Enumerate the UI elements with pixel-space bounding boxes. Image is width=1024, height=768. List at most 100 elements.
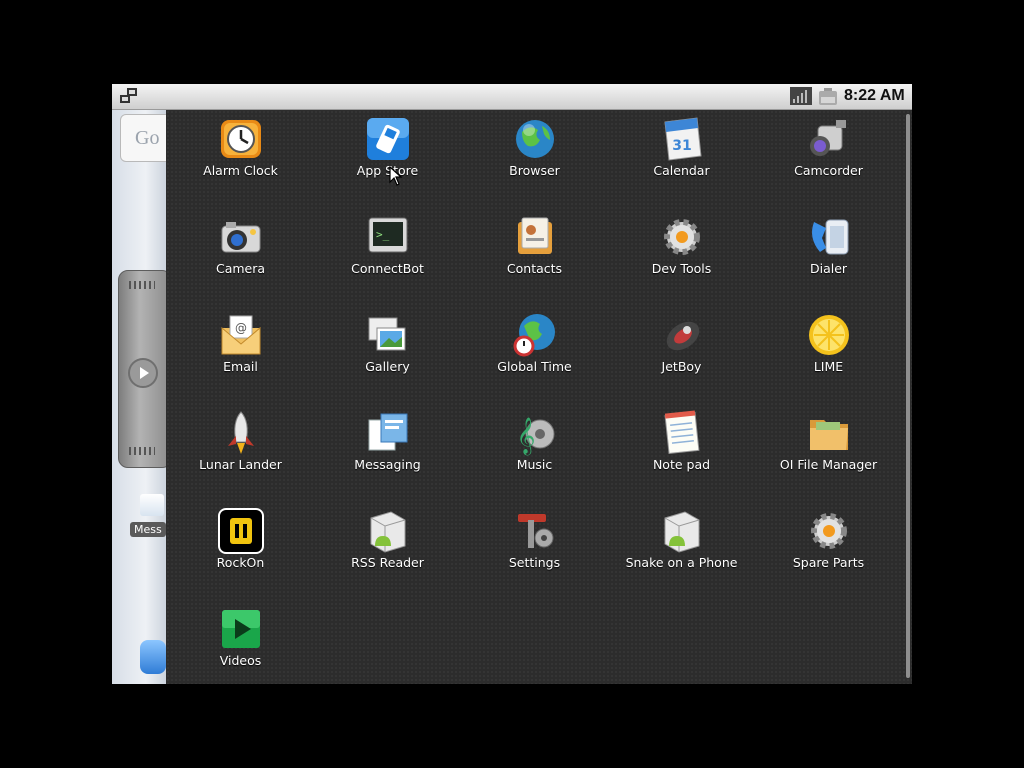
notepad-icon <box>664 410 700 455</box>
app-connectbot[interactable]: >_ ConnectBot <box>314 210 461 308</box>
app-label: Gallery <box>365 359 410 374</box>
terminal-icon: >_ <box>368 217 408 253</box>
app-contacts[interactable]: Contacts <box>461 210 608 308</box>
app-gallery[interactable]: Gallery <box>314 308 461 406</box>
app-rockon[interactable]: RockOn <box>167 504 314 602</box>
home-messaging-icon[interactable] <box>140 494 164 516</box>
app-label: Email <box>223 359 258 374</box>
app-browser[interactable]: Browser <box>461 112 608 210</box>
app-oi-file-manager[interactable]: OI File Manager <box>755 406 902 504</box>
app-label: Snake on a Phone <box>625 555 738 570</box>
camera-icon <box>221 222 261 253</box>
app-note-pad[interactable]: Note pad <box>608 406 755 504</box>
jetboy-icon <box>666 321 700 351</box>
app-label: App Store <box>356 163 419 178</box>
app-snake-on-a-phone[interactable]: Snake on a Phone <box>608 504 755 602</box>
handle-grip <box>129 281 155 289</box>
battery-icon <box>819 88 837 105</box>
app-videos[interactable]: Videos <box>167 602 314 684</box>
app-camera[interactable]: Camera <box>167 210 314 308</box>
gear-icon <box>664 219 700 255</box>
android-package-icon <box>370 511 406 553</box>
mouse-cursor-icon <box>389 166 403 186</box>
app-label: Global Time <box>497 359 572 374</box>
app-label: Videos <box>219 653 262 668</box>
android-emulator-screen: 8:22 AM Go Mess Di <box>112 84 912 684</box>
app-camcorder[interactable]: Camcorder <box>755 112 902 210</box>
drawer-scrollbar[interactable] <box>906 114 910 678</box>
app-app-store[interactable]: App Store <box>314 112 461 210</box>
lemon-icon <box>809 315 849 355</box>
app-spare-parts[interactable]: Spare Parts <box>755 504 902 602</box>
drawer-arrow-icon <box>128 358 158 388</box>
status-bar: 8:22 AM <box>112 84 912 110</box>
app-music[interactable]: 𝄞 Music <box>461 406 608 504</box>
app-dev-tools[interactable]: Dev Tools <box>608 210 755 308</box>
contacts-icon <box>518 217 552 254</box>
camcorder-icon <box>810 120 846 156</box>
app-settings[interactable]: Settings <box>461 504 608 602</box>
home-messaging-label: Mess <box>130 522 166 537</box>
globe-clock-icon <box>513 314 555 357</box>
android-package-icon <box>664 511 700 553</box>
app-label: OI File Manager <box>779 457 878 472</box>
app-label: Messaging <box>354 457 421 472</box>
email-icon: @ <box>221 315 261 355</box>
app-label: Calendar <box>653 163 710 178</box>
app-label: Camera <box>215 261 266 276</box>
app-email[interactable]: @ Email <box>167 308 314 406</box>
app-calendar[interactable]: 31 Calendar <box>608 112 755 210</box>
svg-text:@: @ <box>235 321 247 335</box>
status-bar-clock: 8:22 AM <box>844 87 905 104</box>
network-activity-icon <box>120 88 137 103</box>
app-messaging[interactable]: Messaging <box>314 406 461 504</box>
rocket-icon <box>228 411 254 454</box>
app-label: LIME <box>813 359 844 374</box>
gallery-icon <box>368 317 406 351</box>
google-widget-text: Go <box>135 127 160 149</box>
app-label: Music <box>516 457 553 472</box>
app-label: Settings <box>508 555 561 570</box>
svg-text:𝄞: 𝄞 <box>517 416 536 455</box>
app-rss-reader[interactable]: RSS Reader <box>314 504 461 602</box>
gear-icon <box>811 513 847 549</box>
app-label: Spare Parts <box>792 555 865 570</box>
app-label: Browser <box>509 163 560 178</box>
svg-text:31: 31 <box>672 138 691 154</box>
app-label: RSS Reader <box>351 555 424 570</box>
alarm-clock-icon <box>221 120 261 158</box>
messaging-icon <box>368 413 408 451</box>
home-screen-background: Go Mess Di <box>112 110 176 684</box>
app-lime[interactable]: LIME <box>755 308 902 406</box>
settings-tools-icon <box>518 514 554 548</box>
app-lunar-lander[interactable]: Lunar Lander <box>167 406 314 504</box>
phone-icon <box>812 219 849 255</box>
app-label: Dev Tools <box>651 261 712 276</box>
app-label: Dialer <box>809 261 848 276</box>
app-label: Note pad <box>652 457 711 472</box>
home-dialer-icon[interactable] <box>140 640 166 674</box>
svg-text:>_: >_ <box>376 228 390 241</box>
signal-icon <box>790 87 812 105</box>
app-label: JetBoy <box>661 359 702 374</box>
rockon-icon <box>218 508 264 554</box>
app-jetboy[interactable]: JetBoy <box>608 308 755 406</box>
app-drawer: Alarm Clock App Store Browser 31 Calenda… <box>166 110 912 684</box>
app-dialer[interactable]: Dialer <box>755 210 902 308</box>
handle-grip <box>129 447 155 455</box>
app-label: Lunar Lander <box>199 457 282 472</box>
app-drawer-handle[interactable] <box>118 270 172 468</box>
app-label: ConnectBot <box>351 261 424 276</box>
app-store-icon <box>367 118 409 160</box>
app-label: Contacts <box>506 261 563 276</box>
app-label: Alarm Clock <box>203 163 278 178</box>
app-global-time[interactable]: Global Time <box>461 308 608 406</box>
app-label: RockOn <box>216 555 265 570</box>
app-alarm-clock[interactable]: Alarm Clock <box>167 112 314 210</box>
folder-icon <box>810 420 848 450</box>
browser-globe-icon <box>516 120 554 158</box>
calendar-icon: 31 <box>664 117 702 161</box>
music-icon: 𝄞 <box>517 416 555 455</box>
video-play-icon <box>222 610 260 648</box>
app-label: Camcorder <box>794 163 863 178</box>
